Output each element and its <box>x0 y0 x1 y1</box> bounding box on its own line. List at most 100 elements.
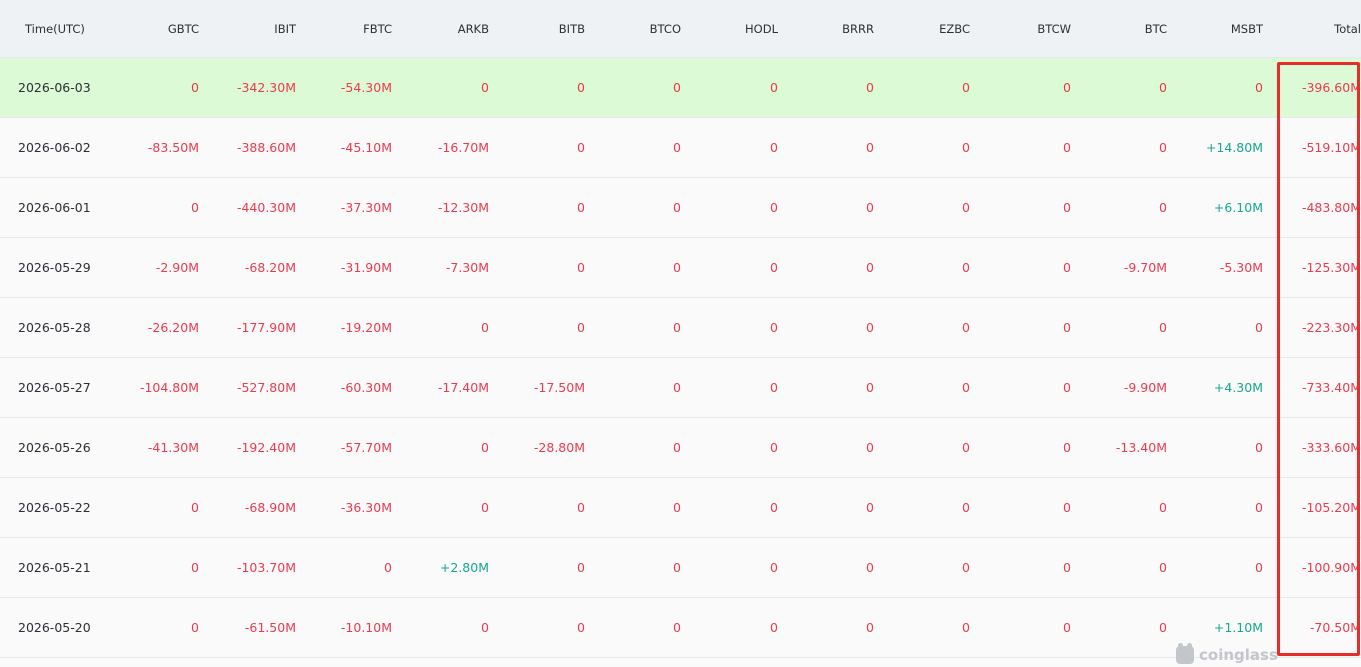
flow-cell: 0 <box>1159 200 1167 215</box>
date-cell: 2026-05-29 <box>18 260 91 275</box>
flow-cell: -54.30M <box>340 80 392 95</box>
column-header-btc[interactable]: BTC <box>1071 0 1167 57</box>
flow-cell: 0 <box>1063 380 1071 395</box>
column-header-btcw[interactable]: BTCW <box>970 0 1071 57</box>
flow-cell: 0 <box>1063 80 1071 95</box>
flow-cell: -68.20M <box>244 260 296 275</box>
flow-cell: 0 <box>673 440 681 455</box>
flow-cell: 0 <box>770 200 778 215</box>
column-header-hodl[interactable]: HODL <box>681 0 778 57</box>
flow-cell: -7.30M <box>445 260 489 275</box>
flow-cell: -83.50M <box>147 140 199 155</box>
column-header-brrr[interactable]: BRRR <box>778 0 874 57</box>
flow-cell: 0 <box>1255 560 1263 575</box>
flow-cell: -19.20M <box>340 320 392 335</box>
flow-cell: -192.40M <box>236 440 296 455</box>
flow-cell: 0 <box>962 440 970 455</box>
flow-cell: 0 <box>481 440 489 455</box>
flow-cell: 0 <box>191 560 199 575</box>
flow-cell: -2.90M <box>155 260 199 275</box>
column-header-arkb[interactable]: ARKB <box>392 0 489 57</box>
flow-cell: 0 <box>384 560 392 575</box>
flow-cell: -37.30M <box>340 200 392 215</box>
flow-cell: +2.80M <box>439 560 489 575</box>
date-cell: 2026-05-20 <box>18 620 91 635</box>
column-header-time-utc[interactable]: Time(UTC) <box>0 0 101 57</box>
flow-cell: 0 <box>962 560 970 575</box>
flow-cell: 0 <box>962 500 970 515</box>
flow-cell: 0 <box>1255 80 1263 95</box>
flow-cell: 0 <box>962 80 970 95</box>
flow-cell: 0 <box>770 320 778 335</box>
column-header-fbtc[interactable]: FBTC <box>296 0 392 57</box>
flow-cell: 0 <box>1159 620 1167 635</box>
flow-cell: 0 <box>1063 560 1071 575</box>
flow-cell: -440.30M <box>236 200 296 215</box>
table-row: 2026-05-26 -41.30M -192.40M -57.70M 0 -28.80M… <box>0 418 1361 478</box>
coinglass-watermark: coinglass <box>1176 643 1278 664</box>
column-header-gbtc[interactable]: GBTC <box>101 0 199 57</box>
flow-cell: 0 <box>770 140 778 155</box>
flow-cell: 0 <box>191 620 199 635</box>
date-cell: 2026-05-27 <box>18 380 91 395</box>
flow-cell: 0 <box>577 560 585 575</box>
date-cell: 2026-05-26 <box>18 440 91 455</box>
table-row: 2026-05-27 -104.80M -527.80M -60.30M -17.40M… <box>0 358 1361 418</box>
watermark-text: coinglass <box>1199 646 1278 664</box>
flow-cell: 0 <box>962 140 970 155</box>
flow-cell: -28.80M <box>533 440 585 455</box>
flow-cell: -10.10M <box>340 620 392 635</box>
flow-cell: 0 <box>770 380 778 395</box>
flow-cell: +4.30M <box>1213 380 1263 395</box>
total-cell: -519.10M <box>1301 140 1361 155</box>
column-header-bitb[interactable]: BITB <box>489 0 585 57</box>
flow-cell: 0 <box>673 260 681 275</box>
flow-cell: +14.80M <box>1205 140 1263 155</box>
total-cell: -333.60M <box>1301 440 1361 455</box>
flow-cell: -41.30M <box>147 440 199 455</box>
table-row: 2026-06-02 -83.50M -388.60M -45.10M -16.70M 0… <box>0 118 1361 178</box>
flow-cell: 0 <box>866 620 874 635</box>
flow-cell: 0 <box>1063 320 1071 335</box>
table-row: 2026-06-01 0 -440.30M -37.30M -12.30M 0 0 0 0 0 0 0… <box>0 178 1361 238</box>
flow-cell: 0 <box>1063 440 1071 455</box>
flow-cell: 0 <box>866 500 874 515</box>
flow-cell: -9.90M <box>1123 380 1167 395</box>
date-cell: 2026-05-22 <box>18 500 91 515</box>
flow-cell: 0 <box>962 260 970 275</box>
date-cell: 2026-05-21 <box>18 560 91 575</box>
flow-cell: 0 <box>866 200 874 215</box>
column-header-btco[interactable]: BTCO <box>585 0 681 57</box>
flow-cell: -177.90M <box>236 320 296 335</box>
total-cell: -105.20M <box>1301 500 1361 515</box>
etf-flow-table: Time(UTC) GBTC IBIT FBTC ARKB BITB BTCO HODL BRR… <box>0 0 1361 658</box>
flow-cell: 0 <box>1063 140 1071 155</box>
flow-cell: 0 <box>673 620 681 635</box>
flow-cell: 0 <box>770 440 778 455</box>
flow-cell: -17.40M <box>437 380 489 395</box>
table-row: 2026-05-28 -26.20M -177.90M -19.20M 0 0 0 0 0 0 0 0… <box>0 298 1361 358</box>
column-header-ezbc[interactable]: EZBC <box>874 0 970 57</box>
coinglass-logo-icon <box>1176 643 1194 664</box>
total-cell: -125.30M <box>1301 260 1361 275</box>
flow-cell: 0 <box>673 380 681 395</box>
flow-cell: -31.90M <box>340 260 392 275</box>
flow-cell: 0 <box>962 200 970 215</box>
table-row: 2026-06-03 0 -342.30M -54.30M 0 0 0 0 0 0 0 0 0 -396.… <box>0 58 1361 118</box>
total-cell: -100.90M <box>1301 560 1361 575</box>
flow-cell: -388.60M <box>236 140 296 155</box>
column-header-ibit[interactable]: IBIT <box>199 0 296 57</box>
flow-cell: 0 <box>577 260 585 275</box>
flow-cell: 0 <box>1063 620 1071 635</box>
flow-cell: 0 <box>866 260 874 275</box>
flow-cell: -61.50M <box>244 620 296 635</box>
flow-cell: 0 <box>191 80 199 95</box>
flow-cell: -104.80M <box>139 380 199 395</box>
column-header-total[interactable]: Total <box>1263 0 1361 57</box>
flow-cell: 0 <box>1255 500 1263 515</box>
total-cell: -396.60M <box>1301 80 1361 95</box>
flow-cell: -17.50M <box>533 380 585 395</box>
flow-cell: 0 <box>577 620 585 635</box>
column-header-msbt[interactable]: MSBT <box>1167 0 1263 57</box>
flow-cell: 0 <box>866 380 874 395</box>
